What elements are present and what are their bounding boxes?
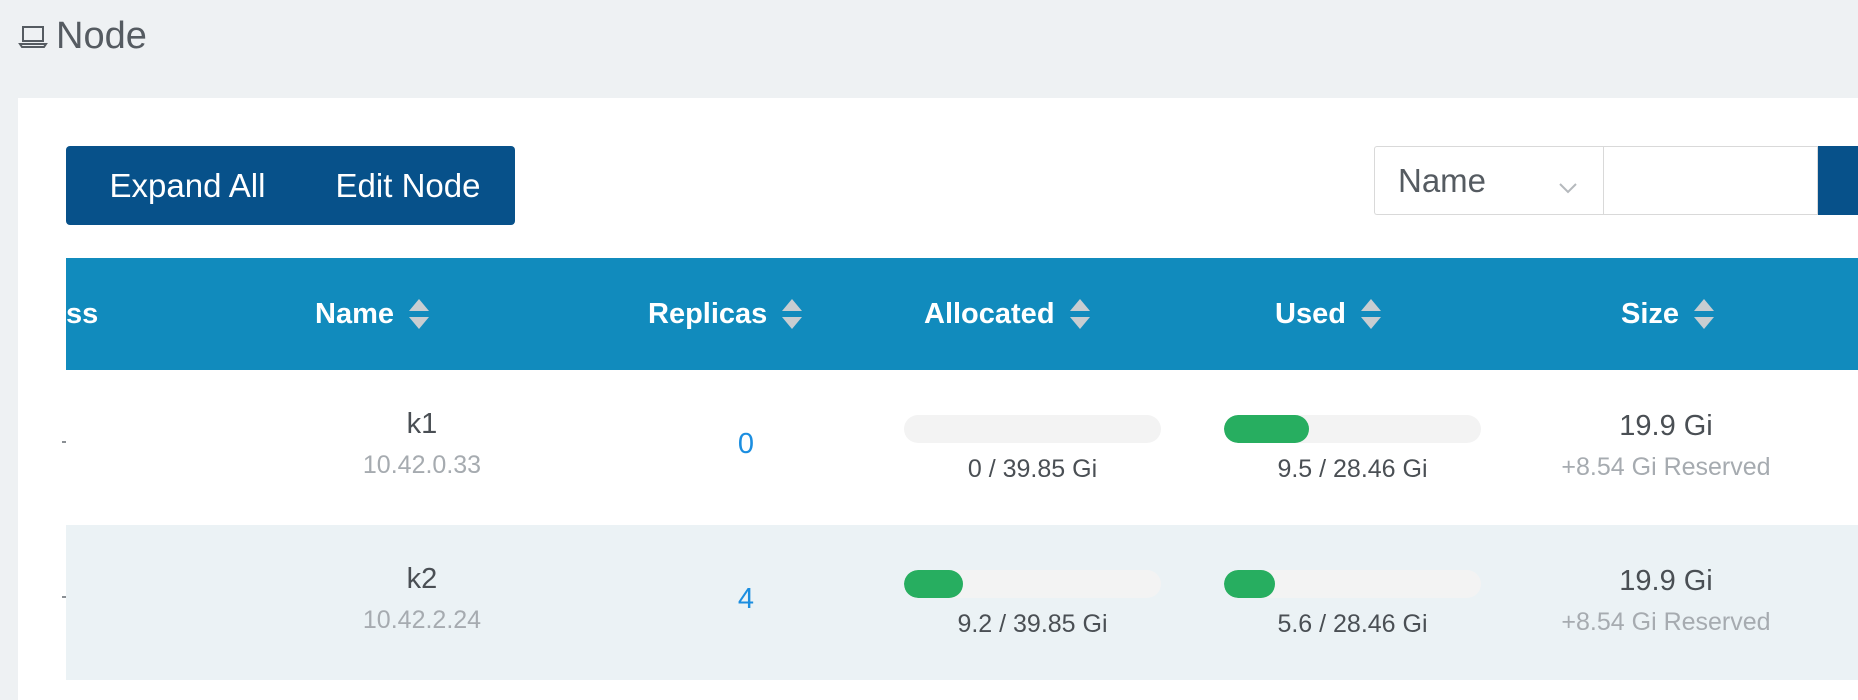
allocated-label: 0 / 39.85 Gi bbox=[967, 455, 1098, 483]
node-panel: Expand All Edit Node Name ss Name Replic… bbox=[18, 98, 1858, 700]
allocated-progress-bar bbox=[904, 570, 1161, 598]
column-header-name[interactable]: Name bbox=[315, 258, 430, 370]
search-field-selected: Name bbox=[1398, 161, 1487, 199]
used-progress-bar bbox=[1224, 570, 1481, 598]
column-header-replicas[interactable]: Replicas bbox=[648, 258, 803, 370]
node-name-cell: k2 10.42.2.24 bbox=[262, 563, 582, 635]
allocated-progress-fill bbox=[904, 570, 964, 598]
size-reserved: +8.54 Gi Reserved bbox=[1561, 608, 1771, 636]
edit-node-button[interactable]: Edit Node bbox=[301, 146, 515, 225]
size-value: 19.9 Gi bbox=[1619, 565, 1713, 597]
used-label: 5.6 / 28.46 Gi bbox=[1277, 610, 1428, 638]
sort-icon[interactable] bbox=[781, 297, 803, 331]
search-button[interactable] bbox=[1818, 146, 1858, 215]
table-header: ss Name Replicas Allocated Used Size bbox=[66, 258, 1858, 370]
node-ip: 10.42.2.24 bbox=[362, 606, 482, 634]
used-progress-fill bbox=[1224, 415, 1309, 443]
column-header-address-label: ss bbox=[66, 297, 99, 330]
used-cell: 9.5 / 28.46 Gi bbox=[1224, 415, 1481, 484]
column-header-size-label: Size bbox=[1621, 297, 1680, 330]
chevron-down-icon bbox=[1557, 169, 1579, 194]
used-label: 9.5 / 28.46 Gi bbox=[1277, 455, 1428, 483]
allocated-label: 9.2 / 39.85 Gi bbox=[957, 610, 1108, 638]
allocated-cell: 9.2 / 39.85 Gi bbox=[904, 570, 1161, 639]
size-cell: 19.9 Gi +8.54 Gi Reserved bbox=[1516, 410, 1816, 482]
replicas-link[interactable]: 0 bbox=[666, 428, 826, 461]
size-value: 19.9 Gi bbox=[1619, 410, 1713, 442]
page-title: Node bbox=[56, 14, 147, 57]
node-ip: 10.42.0.33 bbox=[362, 451, 482, 479]
column-header-replicas-label: Replicas bbox=[648, 297, 768, 330]
table-row: k2 10.42.2.24 4 9.2 / 39.85 Gi 5.6 / 28.… bbox=[62, 525, 1858, 680]
laptop-icon bbox=[18, 21, 48, 51]
column-header-used[interactable]: Used bbox=[1275, 258, 1382, 370]
replicas-link[interactable]: 4 bbox=[666, 583, 826, 616]
expand-all-button[interactable]: Expand All bbox=[66, 146, 309, 225]
sort-icon[interactable] bbox=[1069, 297, 1091, 331]
used-progress-bar bbox=[1224, 415, 1481, 443]
sort-icon[interactable] bbox=[408, 297, 430, 331]
column-header-allocated-label: Allocated bbox=[924, 297, 1055, 330]
search-field-select[interactable]: Name bbox=[1374, 146, 1603, 215]
column-header-allocated[interactable]: Allocated bbox=[924, 258, 1091, 370]
used-cell: 5.6 / 28.46 Gi bbox=[1224, 570, 1481, 639]
sort-icon[interactable] bbox=[1693, 297, 1715, 331]
node-name: k2 bbox=[406, 563, 438, 595]
used-progress-fill bbox=[1224, 570, 1276, 598]
column-header-size[interactable]: Size bbox=[1621, 258, 1715, 370]
allocated-cell: 0 / 39.85 Gi bbox=[904, 415, 1161, 484]
node-name: k1 bbox=[406, 408, 438, 440]
page-header: Node bbox=[18, 14, 147, 58]
size-reserved: +8.54 Gi Reserved bbox=[1561, 453, 1771, 481]
sort-icon[interactable] bbox=[1360, 297, 1382, 331]
search-input[interactable] bbox=[1603, 146, 1818, 215]
truncated-cell-mark bbox=[62, 441, 66, 443]
truncated-cell-mark bbox=[62, 596, 66, 598]
column-header-address[interactable]: ss bbox=[66, 258, 98, 370]
size-cell: 19.9 Gi +8.54 Gi Reserved bbox=[1516, 565, 1816, 637]
allocated-progress-bar bbox=[904, 415, 1161, 443]
node-name-cell: k1 10.42.0.33 bbox=[262, 408, 582, 480]
column-header-used-label: Used bbox=[1275, 297, 1346, 330]
column-header-name-label: Name bbox=[315, 297, 394, 330]
table-row: k1 10.42.0.33 0 0 / 39.85 Gi 9.5 / 28.46… bbox=[62, 370, 1858, 525]
